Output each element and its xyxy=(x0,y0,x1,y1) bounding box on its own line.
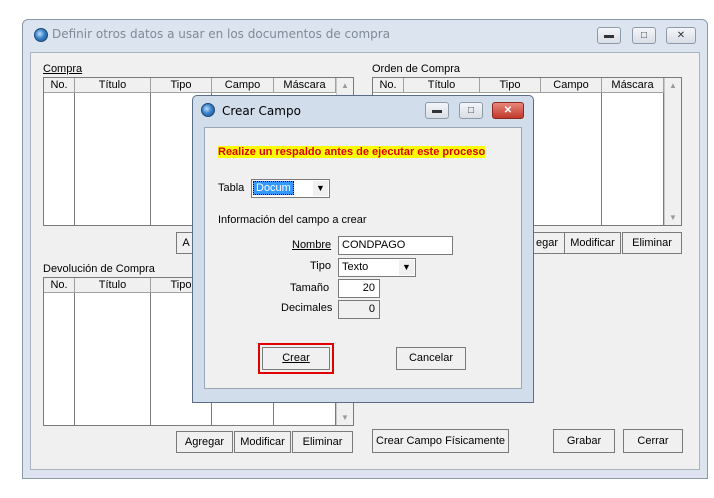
dev-eliminar-button[interactable]: Eliminar xyxy=(292,431,353,453)
grid-column xyxy=(44,293,75,425)
column-header[interactable]: Máscara xyxy=(602,78,664,93)
cancelar-button[interactable]: Cancelar xyxy=(396,347,466,370)
decimales-input[interactable]: 0 xyxy=(338,300,380,319)
column-header[interactable]: Tipo xyxy=(480,78,541,93)
dev-modificar-button[interactable]: Modificar xyxy=(234,431,291,453)
column-header[interactable]: Campo xyxy=(541,78,602,93)
tabla-selected-value: Docum xyxy=(253,181,294,195)
tipo-label: Tipo xyxy=(310,260,331,272)
grid-column xyxy=(541,93,602,225)
cerrar-button[interactable]: Cerrar xyxy=(623,429,683,453)
minimize-icon: ▬ xyxy=(604,30,614,41)
close-button[interactable]: ✕ xyxy=(666,27,696,44)
column-header[interactable]: No. xyxy=(373,78,404,93)
nombre-input[interactable]: CONDPAGO xyxy=(338,236,453,255)
orden-modificar-button[interactable]: Modificar xyxy=(564,232,621,254)
maximize-button[interactable]: □ xyxy=(632,27,656,44)
close-icon: ✕ xyxy=(503,105,513,116)
grid-column xyxy=(44,93,75,225)
backup-warning: Realize un respaldo antes de ejecutar es… xyxy=(218,146,486,158)
dialog-close-button[interactable]: ✕ xyxy=(492,102,524,119)
crear-campo-fisicamente-button[interactable]: Crear Campo Físicamente xyxy=(372,429,509,453)
column-header[interactable]: Título xyxy=(75,78,151,93)
tipo-select[interactable]: Texto ▼ xyxy=(338,258,416,277)
column-header[interactable]: No. xyxy=(44,278,75,293)
tipo-selected-value: Texto xyxy=(342,261,369,273)
chevron-down-icon[interactable]: ▼ xyxy=(399,260,414,275)
app-icon xyxy=(34,28,48,42)
scroll-down-icon[interactable]: ▼ xyxy=(665,210,681,225)
column-header[interactable]: No. xyxy=(44,78,75,93)
window-title: Definir otros datos a usar en los docume… xyxy=(52,27,391,41)
scroll-up-icon[interactable]: ▲ xyxy=(665,78,681,93)
grid-column xyxy=(602,93,664,225)
grabar-button[interactable]: Grabar xyxy=(553,429,615,453)
grid-column xyxy=(75,293,151,425)
close-icon: ✕ xyxy=(676,30,686,41)
maximize-icon: □ xyxy=(640,30,648,41)
maximize-icon: □ xyxy=(467,105,475,116)
column-header[interactable]: Tipo xyxy=(151,78,212,93)
tamano-input[interactable]: 20 xyxy=(338,279,380,298)
column-header[interactable]: Título xyxy=(404,78,480,93)
vertical-scrollbar[interactable]: ▲ ▼ xyxy=(664,78,681,225)
dialog-title: Crear Campo xyxy=(222,104,301,118)
minimize-button[interactable]: ▬ xyxy=(597,27,621,44)
dialog-maximize-button[interactable]: □ xyxy=(459,102,483,119)
dialog-app-icon xyxy=(201,103,215,117)
chevron-down-icon[interactable]: ▼ xyxy=(313,181,328,196)
orden-label: Orden de Compra xyxy=(372,63,461,75)
column-header[interactable]: Título xyxy=(75,278,151,293)
crear-button[interactable]: Crear xyxy=(262,347,330,370)
tabla-label: Tabla xyxy=(218,182,245,194)
minimize-icon: ▬ xyxy=(432,105,442,116)
dialog-minimize-button[interactable]: ▬ xyxy=(425,102,449,119)
tabla-select[interactable]: Docum ▼ xyxy=(251,179,330,198)
column-header[interactable]: Máscara xyxy=(274,78,336,93)
info-label: Información del campo a crear xyxy=(218,214,367,226)
decimales-label: Decimales xyxy=(281,302,333,314)
compra-label: Compra xyxy=(43,63,83,75)
devolucion-label: Devolución de Compra xyxy=(43,263,155,275)
orden-eliminar-button[interactable]: Eliminar xyxy=(622,232,682,254)
dev-agregar-button[interactable]: Agregar xyxy=(176,431,233,453)
column-header[interactable]: Campo xyxy=(212,78,274,93)
grid-column xyxy=(75,93,151,225)
tamano-label: Tamaño xyxy=(290,282,330,294)
scroll-down-icon[interactable]: ▼ xyxy=(337,410,353,425)
scroll-up-icon[interactable]: ▲ xyxy=(337,78,353,93)
orden-agregar-button[interactable]: egar xyxy=(532,232,565,254)
nombre-label: Nombre xyxy=(292,239,332,251)
